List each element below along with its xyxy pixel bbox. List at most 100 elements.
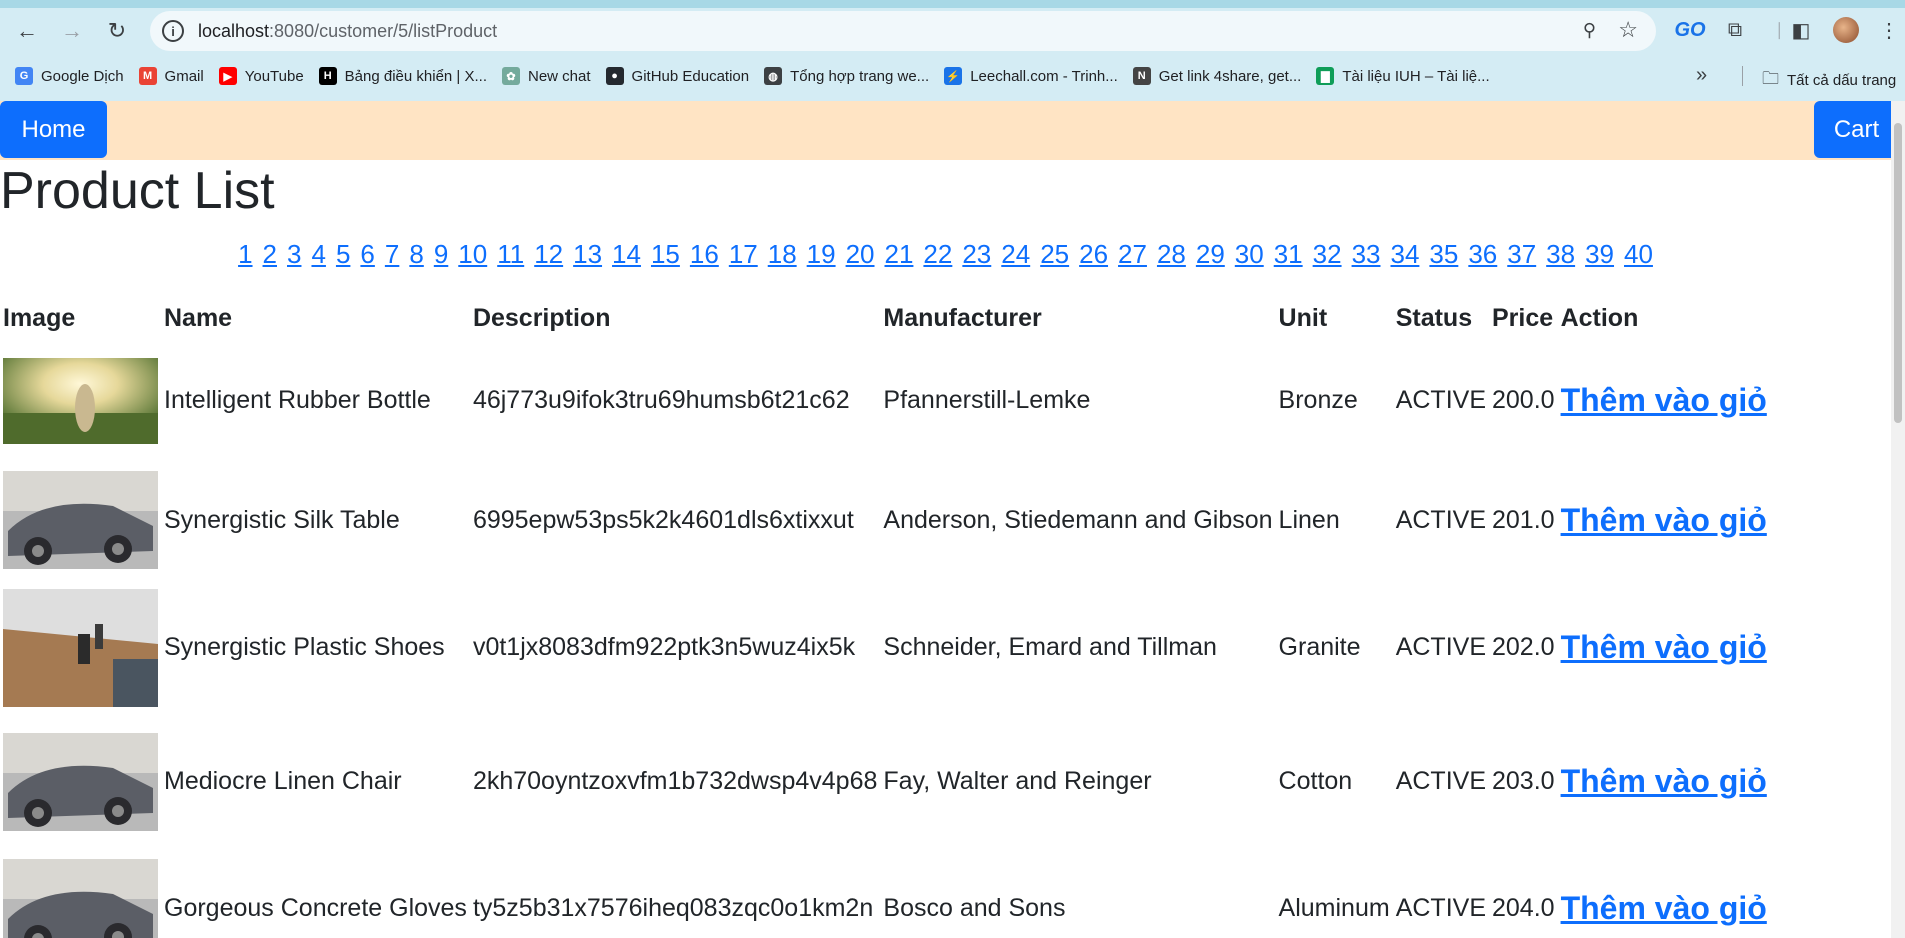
go-extension-icon[interactable]: GO [1674, 14, 1706, 46]
url-host: localhost [198, 20, 270, 41]
product-description: 46j773u9ifok3tru69humsb6t21c62 [472, 386, 850, 414]
page-link[interactable]: 12 [534, 239, 563, 270]
action-cell: Thêm vào giỏ [1558, 848, 1770, 938]
site-info-icon[interactable]: i [162, 20, 184, 42]
page-link[interactable]: 19 [807, 239, 836, 270]
bookmark-item[interactable]: ✿ New chat [502, 67, 591, 85]
page-link[interactable]: 7 [385, 239, 399, 270]
page-link[interactable]: 40 [1624, 239, 1653, 270]
cart-button[interactable]: Cart [1814, 101, 1891, 158]
extensions-puzzle-icon[interactable]: ⧉ [1719, 14, 1751, 46]
bookmark-item[interactable]: ◍ Tổng hợp trang we... [764, 67, 929, 85]
product-manufacturer: Fay, Walter and Reinger [883, 767, 1152, 795]
product-manufacturer: Pfannerstill-Lemke [883, 386, 1091, 414]
product-description: 2kh70oyntzoxvfm1b732dwsp4v4p68 [472, 767, 878, 795]
bookmark-item[interactable]: ▇ Tài liệu IUH – Tài liệ... [1316, 67, 1490, 85]
profile-avatar[interactable] [1830, 14, 1862, 46]
bookmark-star-icon[interactable]: ☆ [1618, 17, 1638, 43]
page-link[interactable]: 16 [690, 239, 719, 270]
back-icon[interactable]: ← [10, 14, 44, 48]
bookmark-label: Google Dịch [41, 67, 124, 85]
page-link[interactable]: 24 [1001, 239, 1030, 270]
bookmark-item[interactable]: ⚡ Leechall.com - Trinh... [944, 67, 1118, 85]
page-link[interactable]: 33 [1352, 239, 1381, 270]
column-header: Description [472, 304, 611, 332]
page-link[interactable]: 6 [360, 239, 374, 270]
page-link[interactable]: 39 [1585, 239, 1614, 270]
page-link[interactable]: 13 [573, 239, 602, 270]
product-name: Synergistic Silk Table [164, 505, 400, 534]
page-link[interactable]: 32 [1313, 239, 1342, 270]
forward-icon[interactable]: → [55, 14, 89, 48]
scrollbar-thumb[interactable] [1894, 123, 1902, 423]
page-link[interactable]: 28 [1157, 239, 1186, 270]
bookmark-favicon-icon: ◍ [764, 67, 783, 85]
product-unit: Bronze [1278, 386, 1358, 414]
page-link[interactable]: 17 [729, 239, 758, 270]
add-to-cart-link[interactable]: Thêm vào giỏ [1561, 502, 1767, 538]
product-manufacturer: Anderson, Stiedemann and Gibson [883, 505, 1273, 534]
page-link[interactable]: 2 [263, 239, 277, 270]
add-to-cart-link[interactable]: Thêm vào giỏ [1561, 382, 1767, 418]
bookmark-item[interactable]: G Google Dịch [15, 67, 124, 85]
page-link[interactable]: 38 [1546, 239, 1575, 270]
page-link[interactable]: 26 [1079, 239, 1108, 270]
add-to-cart-link[interactable]: Thêm vào giỏ [1561, 629, 1767, 665]
page-link[interactable]: 18 [768, 239, 797, 270]
folder-icon: 🗀 [1762, 69, 1779, 88]
page-link[interactable]: 30 [1235, 239, 1264, 270]
url-text[interactable]: localhost:8080/customer/5/listProduct [198, 21, 497, 42]
more-bookmarks-chevron-icon[interactable]: » [1696, 64, 1707, 87]
address-bar[interactable]: i localhost:8080/customer/5/listProduct … [150, 11, 1656, 51]
bookmark-item[interactable]: N Get link 4share, get... [1132, 67, 1301, 85]
bookmark-item[interactable]: ● GitHub Education [605, 67, 749, 85]
page-link[interactable]: 37 [1507, 239, 1536, 270]
page-link[interactable]: 11 [497, 239, 524, 270]
page-link[interactable]: 5 [336, 239, 350, 270]
page-link[interactable]: 8 [409, 239, 423, 270]
product-status: ACTIVE [1395, 505, 1486, 534]
action-cell: Thêm vào giỏ [1558, 580, 1770, 715]
page-link[interactable]: 14 [612, 239, 641, 270]
home-button[interactable]: Home [0, 101, 107, 158]
page-link[interactable]: 31 [1274, 239, 1303, 270]
side-panel-icon[interactable]: ◧ [1785, 14, 1817, 46]
page-link[interactable]: 25 [1040, 239, 1069, 270]
bookmark-item[interactable]: ▶ YouTube [218, 67, 304, 85]
column-header: Action [1560, 304, 1639, 332]
page-link[interactable]: 1 [238, 239, 252, 270]
page-link[interactable]: 4 [311, 239, 325, 270]
product-status: ACTIVE [1395, 767, 1486, 795]
page-link[interactable]: 34 [1390, 239, 1419, 270]
page-link[interactable]: 20 [846, 239, 875, 270]
page-link[interactable]: 35 [1429, 239, 1458, 270]
product-image [0, 848, 161, 938]
reload-icon[interactable]: ↻ [100, 14, 134, 48]
column-header: Status [1395, 304, 1473, 332]
zoom-icon[interactable]: ⚲ [1583, 20, 1596, 41]
bookmark-label: Bảng điều khiển | X... [344, 67, 487, 85]
bookmark-label: Tài liệu IUH – Tài liệ... [1342, 67, 1490, 85]
page-link[interactable]: 27 [1118, 239, 1147, 270]
action-cell: Thêm vào giỏ [1558, 341, 1770, 460]
page-scrollbar[interactable] [1891, 101, 1905, 938]
page-link[interactable]: 15 [651, 239, 680, 270]
page-link[interactable]: 21 [885, 239, 914, 270]
page-link[interactable]: 10 [458, 239, 487, 270]
all-bookmarks-folder[interactable]: 🗀 Tất cả dấu trang [1762, 66, 1896, 95]
page-link[interactable]: 36 [1468, 239, 1497, 270]
page-link[interactable]: 22 [923, 239, 952, 270]
page-link[interactable]: 3 [287, 239, 301, 270]
product-description: ty5z5b31x7576iheq083zqc0o1km2n [472, 893, 874, 922]
bookmarks-divider [1742, 66, 1743, 86]
bookmark-item[interactable]: H Bảng điều khiển | X... [318, 67, 487, 85]
browser-menu-icon[interactable]: ⋮ [1873, 14, 1905, 46]
page-link[interactable]: 29 [1196, 239, 1225, 270]
page-link[interactable]: 23 [962, 239, 991, 270]
add-to-cart-link[interactable]: Thêm vào giỏ [1561, 890, 1767, 926]
add-to-cart-link[interactable]: Thêm vào giỏ [1561, 763, 1767, 799]
tab-strip [0, 0, 1905, 8]
product-price: 203.0 [1492, 767, 1555, 795]
page-link[interactable]: 9 [434, 239, 448, 270]
bookmark-item[interactable]: M Gmail [138, 67, 204, 85]
